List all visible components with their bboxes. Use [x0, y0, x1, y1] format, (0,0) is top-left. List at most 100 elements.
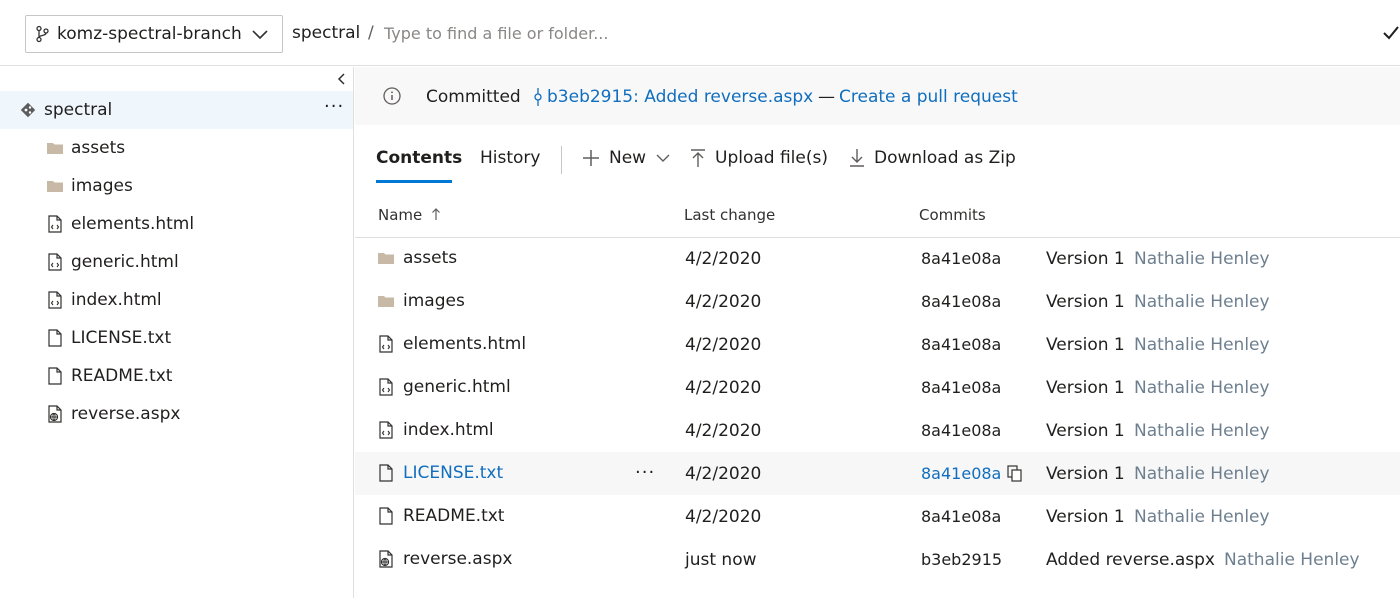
commit-hash-link[interactable]: 8a41e08a [921, 292, 1001, 311]
copy-icon[interactable] [1007, 465, 1023, 483]
table-row[interactable]: README.txt 4/2/2020 8a41e08a Version 1 N… [355, 495, 1400, 538]
last-change-date: 4/2/2020 [685, 249, 762, 269]
commit-hash-link[interactable]: 8a41e08a [921, 249, 1001, 268]
last-change-date: 4/2/2020 [685, 464, 762, 484]
download-zip-button[interactable]: Download as Zip [848, 148, 1016, 168]
column-header-name-label: Name [378, 206, 423, 224]
breadcrumb-repo[interactable]: spectral [292, 23, 360, 43]
info-icon [382, 86, 402, 106]
file-name-link[interactable]: elements.html [403, 334, 526, 354]
file-name-link[interactable]: index.html [403, 420, 494, 440]
tree-item[interactable]: index.html [0, 281, 353, 319]
tree-item[interactable]: images [0, 167, 353, 205]
code-file-icon [377, 378, 395, 396]
commit-hash-link[interactable]: b3eb2915 [921, 550, 1002, 569]
commit-link-label: b3eb2915: Added reverse.aspx [547, 87, 814, 107]
file-tree-sidebar: spectral ··· assets images elements.html… [0, 67, 354, 598]
chevron-down-icon [656, 154, 670, 162]
committed-label: Committed [426, 87, 521, 107]
table-row[interactable]: elements.html 4/2/2020 8a41e08a Version … [355, 323, 1400, 366]
code-file-icon [46, 215, 64, 233]
table-row[interactable]: assets 4/2/2020 8a41e08a Version 1 Natha… [355, 237, 1400, 280]
file-name-link[interactable]: generic.html [403, 377, 511, 397]
table-row[interactable]: images 4/2/2020 8a41e08a Version 1 Natha… [355, 280, 1400, 323]
tree-root-label: spectral [44, 100, 113, 120]
folder-icon [46, 177, 64, 195]
active-tab-indicator [376, 180, 452, 183]
code-file-icon [46, 291, 64, 309]
text-file-icon [377, 464, 395, 482]
folder-icon [46, 139, 64, 157]
last-change-date: 4/2/2020 [685, 378, 762, 398]
tree-item[interactable]: generic.html [0, 243, 353, 281]
commit-banner: Committed b3eb2915: Added reverse.aspx —… [355, 67, 1400, 125]
new-button[interactable]: New [581, 148, 671, 168]
commit-message: Version 1 [1046, 335, 1125, 355]
chevron-down-icon [250, 27, 270, 41]
commit-hash-link[interactable]: 8a41e08a [921, 335, 1001, 354]
last-change-date: 4/2/2020 [685, 335, 762, 355]
commit-link[interactable]: b3eb2915: Added reverse.aspx [533, 87, 813, 107]
tree-item-label: reverse.aspx [71, 404, 181, 424]
more-options-icon[interactable]: ··· [324, 96, 344, 117]
file-name-link[interactable]: reverse.aspx [403, 549, 512, 569]
commit-message: Version 1 [1046, 378, 1125, 398]
commit-author: Nathalie Henley [1134, 378, 1270, 398]
table-row[interactable]: generic.html 4/2/2020 8a41e08a Version 1… [355, 366, 1400, 409]
file-name-link[interactable]: assets [403, 248, 457, 268]
tree-root-repo[interactable]: spectral ··· [0, 91, 353, 129]
file-name-link[interactable]: README.txt [403, 506, 504, 526]
git-branch-icon [35, 25, 49, 43]
checkmark-icon[interactable] [1382, 25, 1400, 41]
column-header-name[interactable]: Name [378, 206, 441, 224]
web-file-icon [377, 550, 395, 568]
banner-separator: — [818, 87, 835, 107]
table-row[interactable]: reverse.aspx just now b3eb2915 Added rev… [355, 538, 1400, 581]
tree-item[interactable]: README.txt [0, 357, 353, 395]
table-row[interactable]: LICENSE.txt ··· 4/2/2020 8a41e08a Versio… [355, 452, 1400, 495]
folder-icon [377, 292, 395, 310]
commit-hash-link[interactable]: 8a41e08a [921, 421, 1001, 440]
code-file-icon [377, 421, 395, 439]
commit-author: Nathalie Henley [1134, 507, 1270, 527]
upload-files-button[interactable]: Upload file(s) [689, 148, 828, 168]
plus-icon [583, 150, 599, 166]
commit-icon [533, 88, 543, 106]
text-file-icon [46, 367, 64, 385]
file-name-link[interactable]: images [403, 291, 465, 311]
tree-item[interactable]: elements.html [0, 205, 353, 243]
path-search-input[interactable] [384, 19, 984, 47]
commit-hash-link[interactable]: 8a41e08a [921, 464, 1001, 483]
commit-hash-link[interactable]: 8a41e08a [921, 378, 1001, 397]
commit-author: Nathalie Henley [1224, 550, 1360, 570]
tab-history[interactable]: History [480, 148, 540, 168]
commit-message: Version 1 [1046, 249, 1125, 269]
commit-author: Nathalie Henley [1134, 292, 1270, 312]
file-name-link[interactable]: LICENSE.txt [403, 463, 503, 483]
web-file-icon [46, 405, 64, 423]
column-header-commits[interactable]: Commits [919, 206, 986, 224]
table-row[interactable]: index.html 4/2/2020 8a41e08a Version 1 N… [355, 409, 1400, 452]
tree-item[interactable]: reverse.aspx [0, 395, 353, 433]
commit-hash-link[interactable]: 8a41e08a [921, 507, 1001, 526]
commit-message: Version 1 [1046, 464, 1125, 484]
text-file-icon [377, 507, 395, 525]
column-header-last-change[interactable]: Last change [684, 206, 775, 224]
text-file-icon [46, 329, 64, 347]
chevron-left-icon[interactable] [336, 71, 348, 85]
breadcrumb-separator: / [368, 23, 374, 43]
top-bar: komz-spectral-branch spectral / [0, 0, 1400, 66]
more-options-icon[interactable]: ··· [635, 462, 655, 483]
tree-item-label: README.txt [71, 366, 173, 386]
create-pull-request-link[interactable]: Create a pull request [839, 87, 1018, 107]
last-change-date: 4/2/2020 [685, 421, 762, 441]
tab-contents[interactable]: Contents [376, 148, 462, 168]
main-content: Committed b3eb2915: Added reverse.aspx —… [355, 67, 1400, 598]
tree-item-label: index.html [71, 290, 162, 310]
commit-message: Added reverse.aspx [1046, 550, 1215, 570]
upload-icon [691, 149, 705, 167]
branch-picker[interactable]: komz-spectral-branch [25, 15, 283, 53]
code-file-icon [377, 335, 395, 353]
tree-item[interactable]: assets [0, 129, 353, 167]
tree-item[interactable]: LICENSE.txt [0, 319, 353, 357]
